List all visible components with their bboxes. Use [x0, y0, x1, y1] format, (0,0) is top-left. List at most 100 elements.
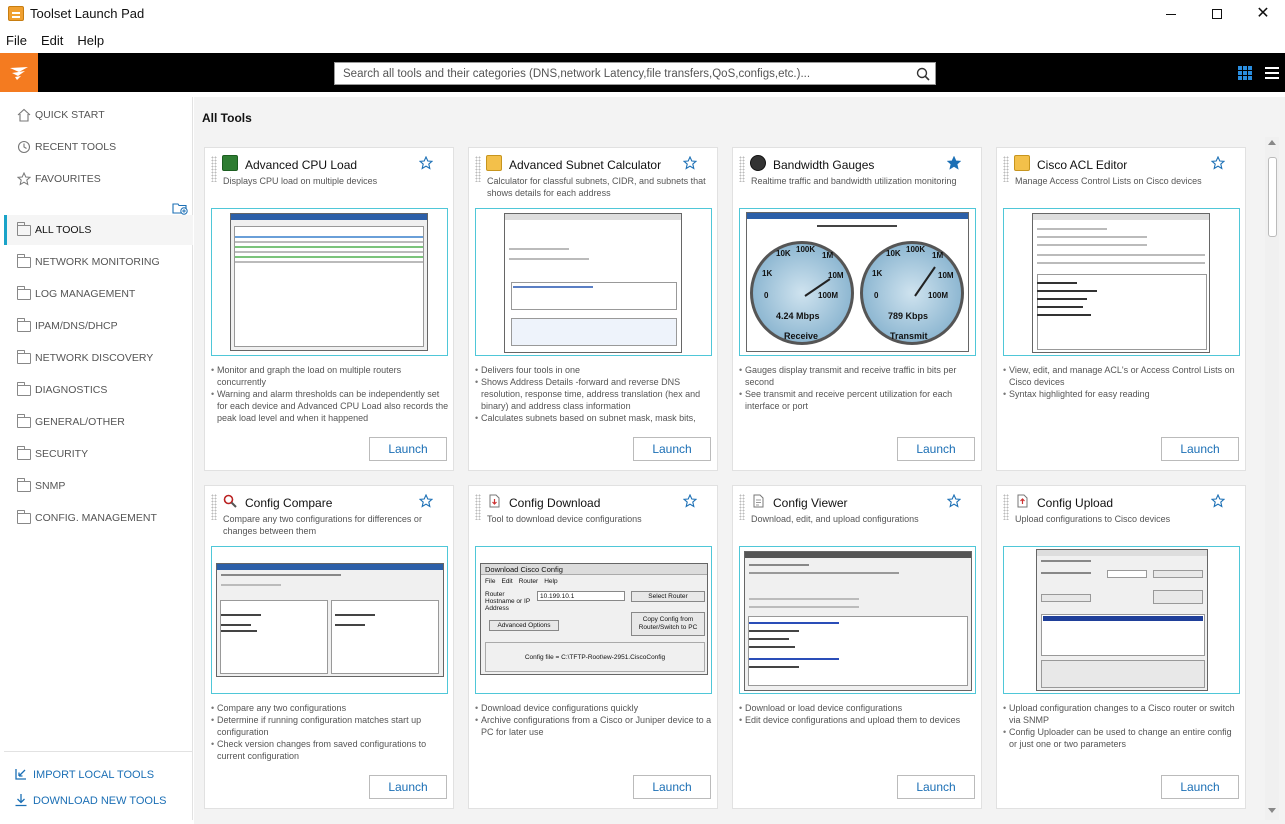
sidebar-item-general-other[interactable]: GENERAL/OTHER: [4, 407, 193, 437]
menu-help[interactable]: Help: [77, 33, 104, 48]
folder-icon: [16, 381, 31, 398]
menu-edit[interactable]: Edit: [41, 33, 63, 48]
drag-handle-icon[interactable]: [1003, 494, 1009, 520]
gauge-tick: 10M: [828, 271, 844, 280]
launch-button[interactable]: Launch: [1161, 775, 1239, 799]
launch-button[interactable]: Launch: [633, 437, 711, 461]
mock-copy-config-button: Copy Config from Router/Switch to PC: [631, 612, 705, 636]
sidebar-item-snmp[interactable]: SNMP: [4, 471, 193, 501]
card-title: Config Compare: [245, 496, 333, 510]
tool-card-config-download[interactable]: Config Download Tool to download device …: [468, 485, 718, 809]
favourite-star-icon[interactable]: [418, 493, 435, 510]
folder-icon: [16, 477, 31, 494]
folder-icon: [16, 509, 31, 526]
grid-view-icon[interactable]: [1238, 66, 1252, 80]
card-description: Calculator for classful subnets, CIDR, a…: [487, 176, 706, 198]
solarwinds-logo-icon: [10, 66, 28, 80]
page-title: All Tools: [202, 111, 252, 125]
vertical-scrollbar[interactable]: [1265, 137, 1279, 820]
scroll-down-icon[interactable]: [1268, 808, 1276, 813]
sidebar-item-label: LOG MANAGEMENT: [35, 288, 136, 300]
launch-button[interactable]: Launch: [369, 775, 447, 799]
tool-card-advanced-cpu-load[interactable]: Advanced CPU Load Displays CPU load on m…: [204, 147, 454, 471]
favourite-star-filled-icon[interactable]: [946, 155, 963, 172]
sidebar-item-favourites[interactable]: FAVOURITES: [4, 164, 193, 194]
tool-card-config-compare[interactable]: Config Compare Compare any two configura…: [204, 485, 454, 809]
tool-card-config-upload[interactable]: Config Upload Upload configurations to C…: [996, 485, 1246, 809]
list-item: Warning and alarm thresholds can be inde…: [211, 388, 449, 424]
drag-handle-icon[interactable]: [739, 494, 745, 520]
gauge-tick: 0: [874, 291, 879, 300]
launch-button[interactable]: Launch: [897, 775, 975, 799]
sidebar-item-label: FAVOURITES: [35, 173, 101, 185]
sidebar-item-security[interactable]: SECURITY: [4, 439, 193, 469]
gauge-tick: 0: [764, 291, 769, 300]
sidebar-item-diagnostics[interactable]: DIAGNOSTICS: [4, 375, 193, 405]
sidebar-item-log-management[interactable]: LOG MANAGEMENT: [4, 279, 193, 309]
tool-card-cisco-acl-editor[interactable]: Cisco ACL Editor Manage Access Control L…: [996, 147, 1246, 471]
launch-button[interactable]: Launch: [369, 437, 447, 461]
search-input[interactable]: [343, 67, 911, 80]
document-upload-icon: [1014, 493, 1030, 509]
card-title: Config Upload: [1037, 496, 1114, 510]
tool-card-config-viewer[interactable]: Config Viewer Download, edit, and upload…: [732, 485, 982, 809]
launch-button[interactable]: Launch: [1161, 437, 1239, 461]
sidebar-item-network-discovery[interactable]: NETWORK DISCOVERY: [4, 343, 193, 373]
favourite-star-icon[interactable]: [682, 493, 699, 510]
tool-card-bandwidth-gauges[interactable]: Bandwidth Gauges Realtime traffic and ba…: [732, 147, 982, 471]
add-folder-icon[interactable]: [172, 200, 188, 216]
sidebar-item-label: GENERAL/OTHER: [35, 416, 125, 428]
maximize-button[interactable]: [1194, 0, 1240, 28]
mock-advanced-options-button: Advanced Options: [489, 620, 559, 631]
sidebar-item-network-monitoring[interactable]: NETWORK MONITORING: [4, 247, 193, 277]
favourite-star-icon[interactable]: [1210, 155, 1227, 172]
card-title: Cisco ACL Editor: [1037, 158, 1128, 172]
drag-handle-icon[interactable]: [211, 494, 217, 520]
tool-preview-image: [1003, 208, 1240, 356]
import-local-tools-link[interactable]: IMPORT LOCAL TOOLS: [14, 767, 154, 782]
search-box: [334, 62, 936, 85]
receive-label: Receive: [784, 331, 819, 341]
menu-file[interactable]: File: [6, 33, 27, 48]
drag-handle-icon[interactable]: [475, 156, 481, 182]
close-button[interactable]: ✕: [1240, 0, 1285, 28]
sidebar-item-label: NETWORK MONITORING: [35, 256, 160, 268]
favourite-star-icon[interactable]: [682, 155, 699, 172]
download-new-tools-label: DOWNLOAD NEW TOOLS: [33, 794, 167, 807]
gauge-tick: 100M: [818, 291, 839, 300]
scroll-up-icon[interactable]: [1268, 140, 1276, 145]
list-item: Archive configurations from a Cisco or J…: [475, 714, 713, 738]
sidebar-item-config-management[interactable]: CONFIG. MANAGEMENT: [4, 503, 193, 533]
gauge-tick: 1K: [762, 269, 773, 278]
gauge-tick: 1M: [822, 251, 834, 260]
tool-card-advanced-subnet-calculator[interactable]: Advanced Subnet Calculator Calculator fo…: [468, 147, 718, 471]
acl-editor-icon: [1014, 155, 1030, 171]
download-new-tools-link[interactable]: DOWNLOAD NEW TOOLS: [14, 793, 166, 808]
sidebar-item-quick-start[interactable]: QUICK START: [4, 100, 193, 130]
launch-button[interactable]: Launch: [897, 437, 975, 461]
favourite-star-icon[interactable]: [418, 155, 435, 172]
drag-handle-icon[interactable]: [475, 494, 481, 520]
drag-handle-icon[interactable]: [211, 156, 217, 182]
card-bullets: View, edit, and manage ACL's or Access C…: [1003, 364, 1241, 426]
sidebar-item-ipam-dns-dhcp[interactable]: IPAM/DNS/DHCP: [4, 311, 193, 341]
sidebar-item-recent-tools[interactable]: RECENT TOOLS: [4, 132, 193, 162]
minimize-button[interactable]: [1148, 0, 1194, 28]
favourite-star-icon[interactable]: [946, 493, 963, 510]
card-title: Advanced CPU Load: [245, 158, 358, 172]
favourite-star-icon[interactable]: [1210, 493, 1227, 510]
drag-handle-icon[interactable]: [1003, 156, 1009, 182]
list-item: View, edit, and manage ACL's or Access C…: [1003, 364, 1241, 388]
list-view-icon[interactable]: [1265, 66, 1279, 80]
solarwinds-logo[interactable]: [0, 53, 38, 92]
launch-button[interactable]: Launch: [633, 775, 711, 799]
tool-preview-image: Download Cisco Config File Edit Router H…: [475, 546, 712, 694]
home-icon: [16, 108, 31, 123]
scroll-thumb[interactable]: [1268, 157, 1277, 237]
tool-preview-image: [1003, 546, 1240, 694]
card-bullets: Delivers four tools in one Shows Address…: [475, 364, 713, 426]
card-description: Manage Access Control Lists on Cisco dev…: [1015, 176, 1202, 186]
sidebar-item-all-tools[interactable]: ALL TOOLS: [4, 215, 193, 245]
drag-handle-icon[interactable]: [739, 156, 745, 182]
search-icon[interactable]: [911, 64, 935, 84]
